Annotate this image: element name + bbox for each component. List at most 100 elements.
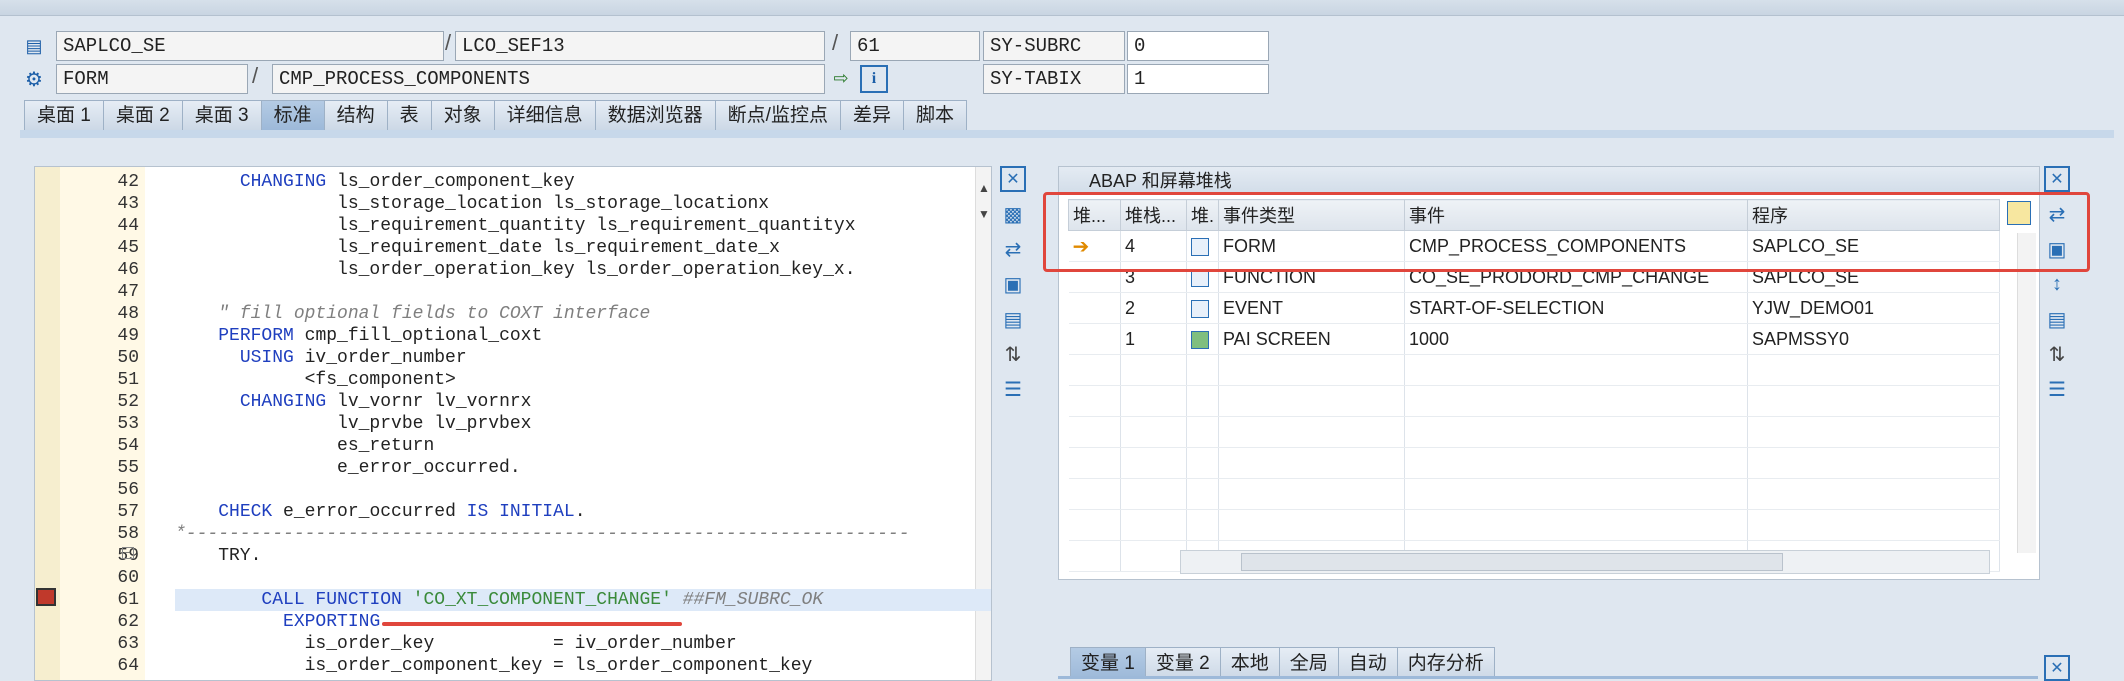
variables-tab-0[interactable]: 变量 1 [1070, 647, 1146, 679]
collapse-icon[interactable]: − [122, 547, 134, 559]
layout-icon[interactable]: ▤ [2044, 306, 2070, 332]
new-tool-icon[interactable]: ▩ [1000, 201, 1026, 227]
code-line[interactable]: 43 ls_storage_location ls_storage_locati… [35, 193, 975, 215]
code-line[interactable]: 56 [35, 479, 975, 501]
sysvar-value-1[interactable]: 0 [1127, 31, 1269, 61]
code-line[interactable]: 58 *-------------------------------------… [35, 523, 975, 545]
empty-cell [1120, 478, 1187, 510]
tab-4[interactable]: 结构 [323, 100, 388, 130]
code-line[interactable]: 61 CALL FUNCTION 'CO_XT_COMPONENT_CHANGE… [35, 589, 975, 611]
variables-tab-2[interactable]: 本地 [1219, 647, 1280, 679]
breakpoint-icon[interactable] [36, 588, 56, 606]
program-field[interactable]: SAPLCO_SE [56, 31, 444, 61]
swap-tool-icon[interactable]: ⇄ [1000, 236, 1026, 262]
line-field[interactable]: 61 [850, 31, 980, 61]
event-type-field[interactable]: FORM [56, 64, 248, 94]
code-token: PERFORM [218, 326, 294, 346]
table-row[interactable] [1068, 385, 2001, 417]
table-row[interactable] [1068, 416, 2001, 448]
tab-8[interactable]: 数据浏览器 [594, 100, 716, 130]
compare-icon[interactable]: ⇅ [2044, 341, 2070, 367]
code-text: EXPORTING [175, 611, 380, 633]
include-field[interactable]: LCO_SEF13 [455, 31, 825, 61]
code-line[interactable]: 42 CHANGING ls_order_component_key [35, 171, 975, 193]
line-number: 52 [117, 392, 139, 412]
layout-icon[interactable]: ▤ [1000, 306, 1026, 332]
compare-icon[interactable]: ⇅ [1000, 341, 1026, 367]
variables-tab-1[interactable]: 变量 2 [1144, 647, 1221, 679]
table-row[interactable] [1068, 509, 2001, 541]
settings-icon[interactable]: ☰ [2044, 376, 2070, 402]
code-line[interactable]: 59 TRY. [35, 545, 975, 567]
table-row[interactable] [1068, 478, 2001, 510]
code-line[interactable]: 55 e_error_occurred. [35, 457, 975, 479]
scroll-up-icon[interactable]: ▲ [978, 181, 990, 195]
variables-tab-5[interactable]: 内存分析 [1396, 647, 1495, 679]
tab-6[interactable]: 对象 [430, 100, 495, 130]
table-row[interactable] [1068, 447, 2001, 479]
variables-tab-4[interactable]: 自动 [1337, 647, 1398, 679]
line-number: 47 [117, 282, 139, 302]
tab-7[interactable]: 详细信息 [493, 100, 596, 130]
table-row[interactable]: 1 PAI SCREEN 1000 SAPMSSY0 [1068, 323, 2001, 355]
settings-icon[interactable]: ☰ [1000, 376, 1026, 402]
close-icon[interactable]: ✕ [2044, 655, 2070, 681]
level-cell: 2 [1120, 292, 1187, 324]
maximize-icon[interactable]: ▣ [2044, 236, 2070, 262]
sysvar-value-2[interactable]: 1 [1127, 64, 1269, 94]
code-line[interactable]: 51 <fs_component> [35, 369, 975, 391]
table-row[interactable] [1068, 354, 2001, 386]
code-line[interactable]: 48 " fill optional fields to COXT interf… [35, 303, 975, 325]
code-line[interactable]: 53 lv_prvbe lv_prvbex [35, 413, 975, 435]
info-icon[interactable]: i [860, 65, 888, 93]
sysvar-label-1: SY-SUBRC [983, 31, 1125, 61]
abap-icon [1191, 299, 1209, 318]
tab-11[interactable]: 脚本 [902, 100, 967, 130]
empty-cell [1186, 447, 1220, 479]
tab-10[interactable]: 差异 [839, 100, 904, 130]
table-row[interactable]: 2 EVENT START-OF-SELECTION YJW_DEMO01 [1068, 292, 2001, 324]
tab-0[interactable]: 桌面 1 [24, 100, 104, 130]
code-token: EXPORTING [283, 612, 381, 632]
code-line[interactable]: 54 es_return [35, 435, 975, 457]
code-text: ls_requirement_quantity ls_requirement_q… [175, 215, 856, 237]
code-line[interactable]: 50 USING iv_order_number [35, 347, 975, 369]
tab-9[interactable]: 断点/监控点 [714, 100, 841, 130]
table-scrollbar[interactable] [2017, 233, 2036, 553]
close-icon[interactable]: ✕ [1000, 166, 1026, 192]
sort-icon[interactable]: ↕ [2044, 271, 2070, 297]
code-line[interactable]: 60 [35, 567, 975, 589]
code-line[interactable]: 52 CHANGING lv_vornr lv_vornrx [35, 391, 975, 413]
code-line[interactable]: 57 CHECK e_error_occurred IS INITIAL. [35, 501, 975, 523]
code-line[interactable]: 46 ls_order_operation_key ls_order_opera… [35, 259, 975, 281]
event-name-field[interactable]: CMP_PROCESS_COMPONENTS [272, 64, 825, 94]
tab-3[interactable]: 标准 [260, 100, 325, 130]
hscroll-thumb[interactable] [1241, 553, 1783, 571]
empty-cell [1218, 416, 1406, 448]
code-token: es_return [175, 436, 435, 456]
code-text: is_order_key = iv_order_number [175, 633, 737, 655]
scroll-down-icon[interactable]: ▼ [978, 207, 990, 221]
maximize-icon[interactable]: ▣ [1000, 271, 1026, 297]
code-text: ls_order_operation_key ls_order_operatio… [175, 259, 856, 281]
table-hscrollbar[interactable] [1180, 550, 1990, 574]
code-line[interactable]: 45 ls_requirement_date ls_requirement_da… [35, 237, 975, 259]
code-text: CHECK e_error_occurred IS INITIAL. [175, 501, 585, 523]
event-cell: 1000 [1404, 323, 1749, 355]
code-token: lv_prvbe lv_prvbex [175, 414, 532, 434]
code-line[interactable]: 63 is_order_key = iv_order_number [35, 633, 975, 655]
close-icon[interactable]: ✕ [2044, 166, 2070, 192]
code-line[interactable]: 44 ls_requirement_quantity ls_requiremen… [35, 215, 975, 237]
source-editor[interactable]: ▲ ▼ 42 CHANGING ls_order_component_key 43… [34, 166, 992, 681]
code-line[interactable]: 64 is_order_component_key = ls_order_com… [35, 655, 975, 677]
navigate-icon[interactable]: ⇨ [828, 65, 854, 91]
tab-5[interactable]: 表 [386, 100, 432, 130]
tab-1[interactable]: 桌面 2 [102, 100, 183, 130]
swap-tool-icon[interactable]: ⇄ [2044, 201, 2070, 227]
code-line[interactable]: 47 [35, 281, 975, 303]
code-line[interactable]: 49 PERFORM cmp_fill_optional_coxt [35, 325, 975, 347]
variables-tab-3[interactable]: 全局 [1278, 647, 1339, 679]
empty-cell [1747, 509, 2001, 541]
tab-2[interactable]: 桌面 3 [181, 100, 262, 130]
empty-cell [1120, 354, 1187, 386]
